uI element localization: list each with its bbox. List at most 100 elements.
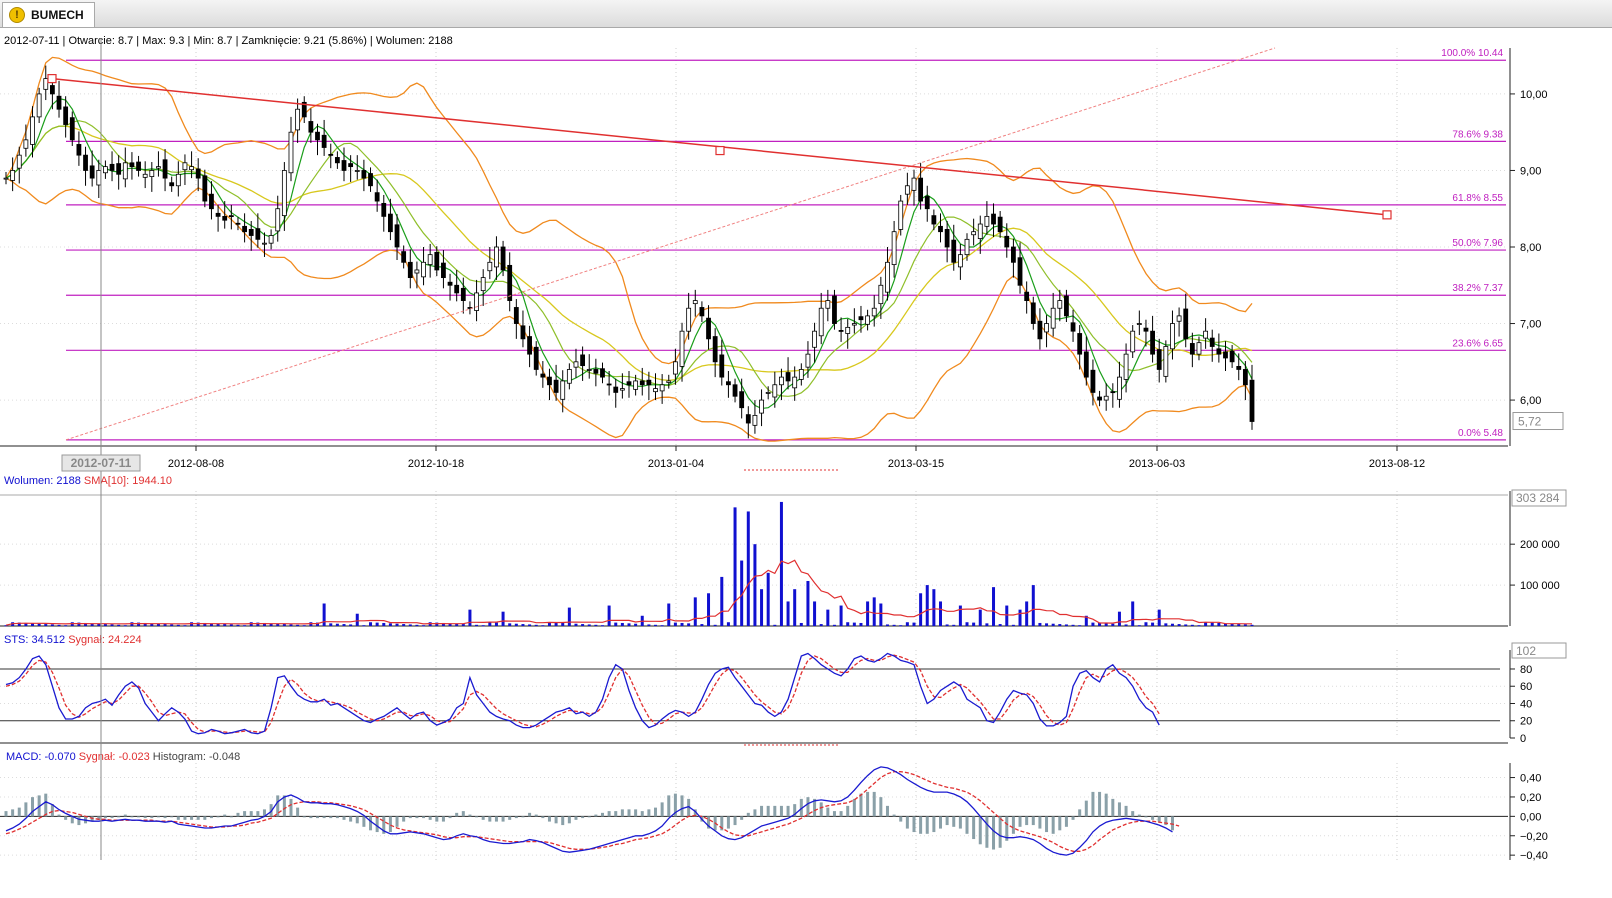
sma-short-line bbox=[5, 97, 1253, 410]
volume-bar-5 bbox=[37, 623, 41, 626]
candle-body-68 bbox=[454, 284, 460, 294]
volume-bar-136 bbox=[905, 622, 909, 626]
volume-legend-value: Wolumen: 2188 bbox=[4, 475, 81, 487]
volume-bar-56 bbox=[375, 622, 379, 626]
stock-chart[interactable]: 2012-07-11 | Otwarcie: 8.7 | Max: 9.3 | … bbox=[0, 28, 1612, 898]
volume-bar-35 bbox=[236, 624, 240, 626]
tab-bumech[interactable]: ! BUMECH bbox=[2, 2, 95, 27]
last-price-label: 5,72 bbox=[1518, 415, 1542, 429]
volume-bar-161 bbox=[1071, 624, 1075, 626]
volume-bar-158 bbox=[1051, 623, 1055, 626]
candle-body-136 bbox=[904, 185, 910, 195]
candle-body-65 bbox=[434, 251, 440, 271]
candle-body-0 bbox=[3, 177, 9, 180]
cursor-date-label: 2012-07-11 bbox=[71, 456, 132, 470]
candle-body-24 bbox=[162, 159, 168, 179]
volume-bar-42 bbox=[282, 624, 286, 626]
volume-bar-76 bbox=[508, 623, 512, 626]
price-panel[interactable]: 100.0% 10.44 78.6% 9.38 61.8% 8.55 50.0% 7.… bbox=[0, 47, 1564, 471]
candle-body-109 bbox=[726, 381, 731, 386]
candle-body-181 bbox=[1203, 330, 1209, 339]
candle-body-92 bbox=[613, 386, 619, 393]
candle-body-123 bbox=[818, 307, 824, 337]
candle-body-93 bbox=[619, 388, 625, 391]
price-tick-label-4: 6,00 bbox=[1520, 395, 1541, 407]
macd-histogram-bar-15 bbox=[103, 816, 107, 819]
volume-bar-128 bbox=[852, 622, 856, 626]
macd-histogram-bar-130 bbox=[866, 791, 870, 817]
candle-body-27 bbox=[182, 162, 188, 171]
trendline[interactable] bbox=[47, 47, 1392, 441]
macd-histogram-bar-48 bbox=[322, 816, 326, 819]
volume-bar-167 bbox=[1111, 623, 1115, 626]
macd-histogram-bar-150 bbox=[998, 816, 1002, 848]
volume-bar-113 bbox=[753, 544, 757, 626]
sma-mid-line bbox=[5, 120, 1253, 397]
date-label-0: 2012-08-08 bbox=[168, 458, 224, 470]
candle-body-183 bbox=[1216, 348, 1222, 355]
candle-body-91 bbox=[606, 383, 612, 386]
macd-histogram-bar-172 bbox=[1144, 816, 1148, 818]
volume-bar-33 bbox=[223, 624, 227, 626]
candle-body-178 bbox=[1183, 308, 1189, 340]
stochastic-panel[interactable]: STS: 34.512 Sygnał: 24.224 80 60 40 20 0 102 bbox=[0, 634, 1567, 746]
macd-histogram-bar-72 bbox=[481, 816, 485, 820]
macd-histogram-bar-126 bbox=[839, 811, 843, 817]
volume-bar-81 bbox=[541, 625, 545, 627]
volume-bar-55 bbox=[369, 622, 373, 626]
macd-histogram-bar-56 bbox=[375, 816, 379, 833]
volume-panel[interactable]: Wolumen: 2188 SMA[10]: 1944.10 200 000 10… bbox=[0, 475, 1567, 627]
macd-histogram-bar-153 bbox=[1018, 816, 1022, 827]
sts-tick-label-4: 0 bbox=[1520, 733, 1526, 745]
candle-body-141 bbox=[938, 225, 943, 233]
macd-histogram-bar-6 bbox=[44, 793, 48, 817]
macd-histogram-bar-92 bbox=[614, 811, 618, 817]
candle-body-182 bbox=[1209, 337, 1215, 347]
candle-body-35 bbox=[235, 222, 241, 225]
volume-bar-114 bbox=[760, 589, 764, 626]
candle-body-21 bbox=[142, 173, 148, 178]
macd-histogram-bar-140 bbox=[932, 816, 936, 833]
volume-bar-104 bbox=[693, 597, 697, 626]
macd-histogram-bar-100 bbox=[667, 795, 671, 817]
macd-histogram-bar-111 bbox=[740, 816, 744, 820]
macd-histogram-bar-50 bbox=[335, 816, 339, 819]
candle-body-82 bbox=[547, 376, 552, 386]
macd-histogram-bar-117 bbox=[779, 805, 783, 817]
candle-body-86 bbox=[573, 361, 579, 368]
volume-bar-150 bbox=[998, 624, 1002, 626]
macd-histogram-bar-67 bbox=[448, 816, 452, 819]
macd-histogram-bar-30 bbox=[203, 816, 207, 820]
candle-body-135 bbox=[898, 200, 904, 230]
macd-histogram-bar-36 bbox=[243, 811, 247, 817]
macd-histogram-bar-64 bbox=[428, 816, 432, 820]
macd-histogram-bar-84 bbox=[561, 816, 565, 826]
candle-body-12 bbox=[83, 154, 88, 171]
volume-bar-123 bbox=[819, 624, 823, 626]
candle-body-46 bbox=[308, 121, 314, 133]
macd-histogram-bar-68 bbox=[455, 812, 459, 817]
macd-histogram-bar-158 bbox=[1051, 816, 1055, 834]
candle-body-158 bbox=[1050, 307, 1056, 329]
candle-body-150 bbox=[997, 216, 1003, 233]
macd-panel[interactable]: MACD: -0.070 Sygnał: -0.023 Histogram: -… bbox=[0, 751, 1548, 862]
date-label-1: 2012-10-18 bbox=[408, 458, 464, 470]
volume-bar-151 bbox=[1005, 605, 1009, 626]
info-bar: 2012-07-11 | Otwarcie: 8.7 | Max: 9.3 | … bbox=[4, 35, 453, 47]
candle-body-75 bbox=[500, 246, 506, 271]
volume-bar-27 bbox=[183, 625, 187, 627]
macd-histogram-bar-22 bbox=[150, 816, 154, 819]
volume-bar-97 bbox=[647, 624, 651, 626]
macd-histogram-bar-173 bbox=[1151, 816, 1155, 820]
candle-body-139 bbox=[924, 196, 930, 210]
macd-histogram-bar-28 bbox=[190, 816, 194, 820]
volume-bar-187 bbox=[1243, 624, 1247, 626]
macd-histogram-bar-76 bbox=[508, 816, 512, 820]
macd-histogram-bar-44 bbox=[296, 807, 300, 817]
macd-legend-macd: MACD: -0.070 bbox=[6, 751, 76, 763]
info-date: 2012-07-11 bbox=[4, 35, 59, 47]
candle-body-61 bbox=[407, 261, 413, 279]
candle-body-174 bbox=[1156, 349, 1162, 370]
vol-tick-label-0: 200 000 bbox=[1520, 539, 1560, 551]
volume-bar-59 bbox=[395, 623, 399, 626]
